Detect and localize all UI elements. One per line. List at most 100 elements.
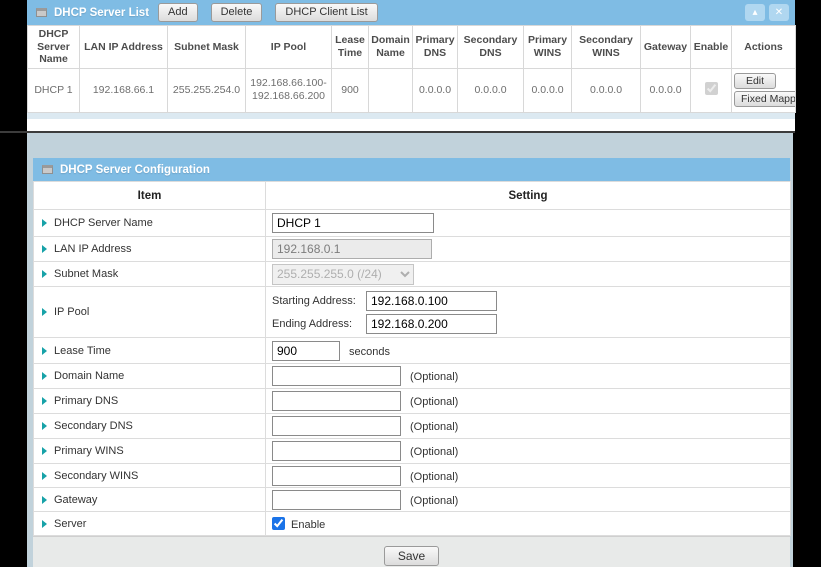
- cell-subnet: 255.255.254.0: [168, 68, 246, 112]
- starting-address-input[interactable]: [366, 291, 497, 311]
- col-secondary-dns: Secondary DNS: [458, 26, 524, 69]
- bullet-icon: [42, 422, 47, 430]
- dhcp-server-list-panel: DHCP Server List Add Delete DHCP Client …: [27, 0, 795, 131]
- row-lan-ip-address: LAN IP Address: [34, 237, 791, 262]
- dhcp-server-configuration-titlebar: DHCP Server Configuration: [33, 158, 790, 181]
- bullet-icon: [42, 308, 47, 316]
- bullet-icon: [42, 270, 47, 278]
- config-header-row: Item Setting: [34, 182, 791, 210]
- domain-name-input[interactable]: [272, 366, 401, 386]
- config-background-band: DHCP Server Configuration Item Setting D…: [27, 133, 793, 567]
- item-label: Server: [54, 518, 86, 530]
- lease-time-unit: seconds: [349, 346, 390, 358]
- col-gateway: Gateway: [641, 26, 691, 69]
- cell-lease: 900: [332, 68, 369, 112]
- panel-window-icon: [36, 8, 47, 17]
- col-domain-name: Domain Name: [369, 26, 413, 69]
- cell-actions: Edit Fixed Mapping: [732, 68, 796, 112]
- row-primary-wins: Primary WINS (Optional): [34, 439, 791, 464]
- save-button[interactable]: Save: [384, 546, 439, 566]
- cell-lan-ip: 192.168.66.1: [80, 68, 168, 112]
- item-label: IP Pool: [54, 306, 89, 318]
- bullet-icon: [42, 447, 47, 455]
- col-secondary-wins: Secondary WINS: [572, 26, 641, 69]
- secondary-dns-input[interactable]: [272, 416, 401, 436]
- col-ip-pool: IP Pool: [246, 26, 332, 69]
- cell-secondary-dns: 0.0.0.0: [458, 68, 524, 112]
- cell-name: DHCP 1: [28, 68, 80, 112]
- optional-hint: (Optional): [410, 471, 458, 483]
- col-lease-time: Lease Time: [332, 26, 369, 69]
- secondary-wins-input[interactable]: [272, 466, 401, 486]
- lan-ip-address-input: [272, 239, 432, 259]
- config-footer: Save: [33, 536, 790, 567]
- panel-title: DHCP Server List: [54, 7, 149, 19]
- lease-time-input[interactable]: [272, 341, 340, 361]
- row-enable-checkbox: [705, 82, 718, 95]
- col-primary-dns: Primary DNS: [413, 26, 458, 69]
- item-label: Secondary WINS: [54, 470, 138, 482]
- row-server: Server Enable: [34, 512, 791, 536]
- row-dhcp-server-name: DHCP Server Name: [34, 210, 791, 237]
- server-enable-checkbox[interactable]: [272, 517, 285, 530]
- fixed-mapping-button[interactable]: Fixed Mapping: [734, 91, 796, 107]
- optional-hint: (Optional): [410, 495, 458, 507]
- cell-secondary-wins: 0.0.0.0: [572, 68, 641, 112]
- bullet-icon: [42, 520, 47, 528]
- collapse-icon[interactable]: ▴: [745, 4, 765, 21]
- dhcp-server-list-titlebar: DHCP Server List Add Delete DHCP Client …: [27, 0, 795, 25]
- optional-hint: (Optional): [410, 396, 458, 408]
- subnet-mask-select: 255.255.255.0 (/24): [272, 264, 414, 285]
- bullet-icon: [42, 397, 47, 405]
- starting-address-label: Starting Address:: [272, 295, 366, 307]
- server-enable-label: Enable: [291, 519, 325, 531]
- dhcp-client-list-button[interactable]: DHCP Client List: [275, 3, 377, 22]
- item-label: Secondary DNS: [54, 420, 133, 432]
- window-controls: ▴ ✕: [745, 4, 789, 21]
- row-domain-name: Domain Name (Optional): [34, 364, 791, 389]
- header-item: Item: [34, 182, 266, 210]
- edit-button[interactable]: Edit: [734, 73, 776, 89]
- header-setting: Setting: [266, 182, 791, 210]
- row-lease-time: Lease Time seconds: [34, 338, 791, 364]
- item-label: DHCP Server Name: [54, 217, 153, 229]
- delete-button[interactable]: Delete: [211, 3, 263, 22]
- cell-ip-pool: 192.168.66.100-192.168.66.200: [246, 68, 332, 112]
- primary-dns-input[interactable]: [272, 391, 401, 411]
- cell-enable: [691, 68, 732, 112]
- gateway-input[interactable]: [272, 490, 401, 510]
- dhcp-server-name-input[interactable]: [272, 213, 434, 233]
- table-row: DHCP 1 192.168.66.1 255.255.254.0 192.16…: [28, 68, 796, 112]
- col-enable: Enable: [691, 26, 732, 69]
- bullet-icon: [42, 347, 47, 355]
- add-button[interactable]: Add: [158, 3, 198, 22]
- dhcp-server-configuration-panel: DHCP Server Configuration Item Setting D…: [33, 158, 790, 567]
- col-subnet-mask: Subnet Mask: [168, 26, 246, 69]
- row-gateway: Gateway (Optional): [34, 488, 791, 512]
- row-secondary-dns: Secondary DNS (Optional): [34, 414, 791, 439]
- row-secondary-wins: Secondary WINS (Optional): [34, 464, 791, 488]
- ending-address-input[interactable]: [366, 314, 497, 334]
- cell-primary-wins: 0.0.0.0: [524, 68, 572, 112]
- dhcp-server-list-table: DHCP Server Name LAN IP Address Subnet M…: [27, 25, 796, 113]
- row-subnet-mask: Subnet Mask 255.255.255.0 (/24): [34, 262, 791, 287]
- ending-address-label: Ending Address:: [272, 318, 366, 330]
- col-actions: Actions: [732, 26, 796, 69]
- item-label: Subnet Mask: [54, 268, 118, 280]
- col-primary-wins: Primary WINS: [524, 26, 572, 69]
- primary-wins-input[interactable]: [272, 441, 401, 461]
- dhcp-server-configuration-table: Item Setting DHCP Server Name LAN IP Add…: [33, 181, 791, 536]
- close-icon[interactable]: ✕: [769, 4, 789, 21]
- table-header-row: DHCP Server Name LAN IP Address Subnet M…: [28, 26, 796, 69]
- item-label: Primary DNS: [54, 395, 118, 407]
- optional-hint: (Optional): [410, 371, 458, 383]
- item-label: Domain Name: [54, 370, 124, 382]
- cell-primary-dns: 0.0.0.0: [413, 68, 458, 112]
- bullet-icon: [42, 472, 47, 480]
- row-ip-pool: IP Pool Starting Address: Ending Address…: [34, 287, 791, 338]
- row-primary-dns: Primary DNS (Optional): [34, 389, 791, 414]
- col-lan-ip: LAN IP Address: [80, 26, 168, 69]
- panel-bottom-strip: [27, 113, 795, 119]
- panel-window-icon: [42, 165, 53, 174]
- optional-hint: (Optional): [410, 446, 458, 458]
